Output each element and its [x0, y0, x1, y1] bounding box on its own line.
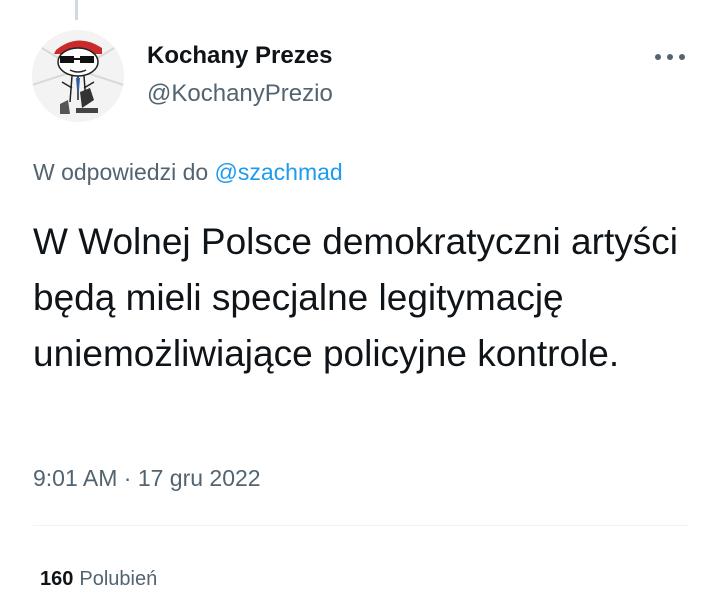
author-display-name[interactable]: Kochany Prezes — [147, 42, 332, 70]
likes-label: Polubień — [79, 568, 158, 590]
avatar[interactable] — [32, 30, 124, 122]
divider — [33, 525, 688, 526]
author-handle[interactable]: @KochanyPrezio — [147, 80, 333, 108]
thread-connector-line — [75, 0, 78, 20]
tweet-text: W Wolnej Polsce demokratyczni artyści bę… — [33, 221, 678, 374]
reply-context: W odpowiedzi do @szachmad — [33, 159, 343, 186]
more-options-button[interactable] — [650, 44, 690, 70]
likes-count: 160 — [40, 568, 74, 590]
likes-stat[interactable]: 160 Polubień — [40, 568, 157, 591]
reply-mention-link[interactable]: @szachmad — [215, 159, 343, 185]
tweet-timestamp[interactable]: 9:01 AM · 17 gru 2022 — [33, 465, 261, 492]
meme-character-avatar-icon — [32, 30, 124, 122]
ellipsis-icon — [655, 54, 685, 60]
reply-context-prefix: W odpowiedzi do — [33, 159, 209, 185]
